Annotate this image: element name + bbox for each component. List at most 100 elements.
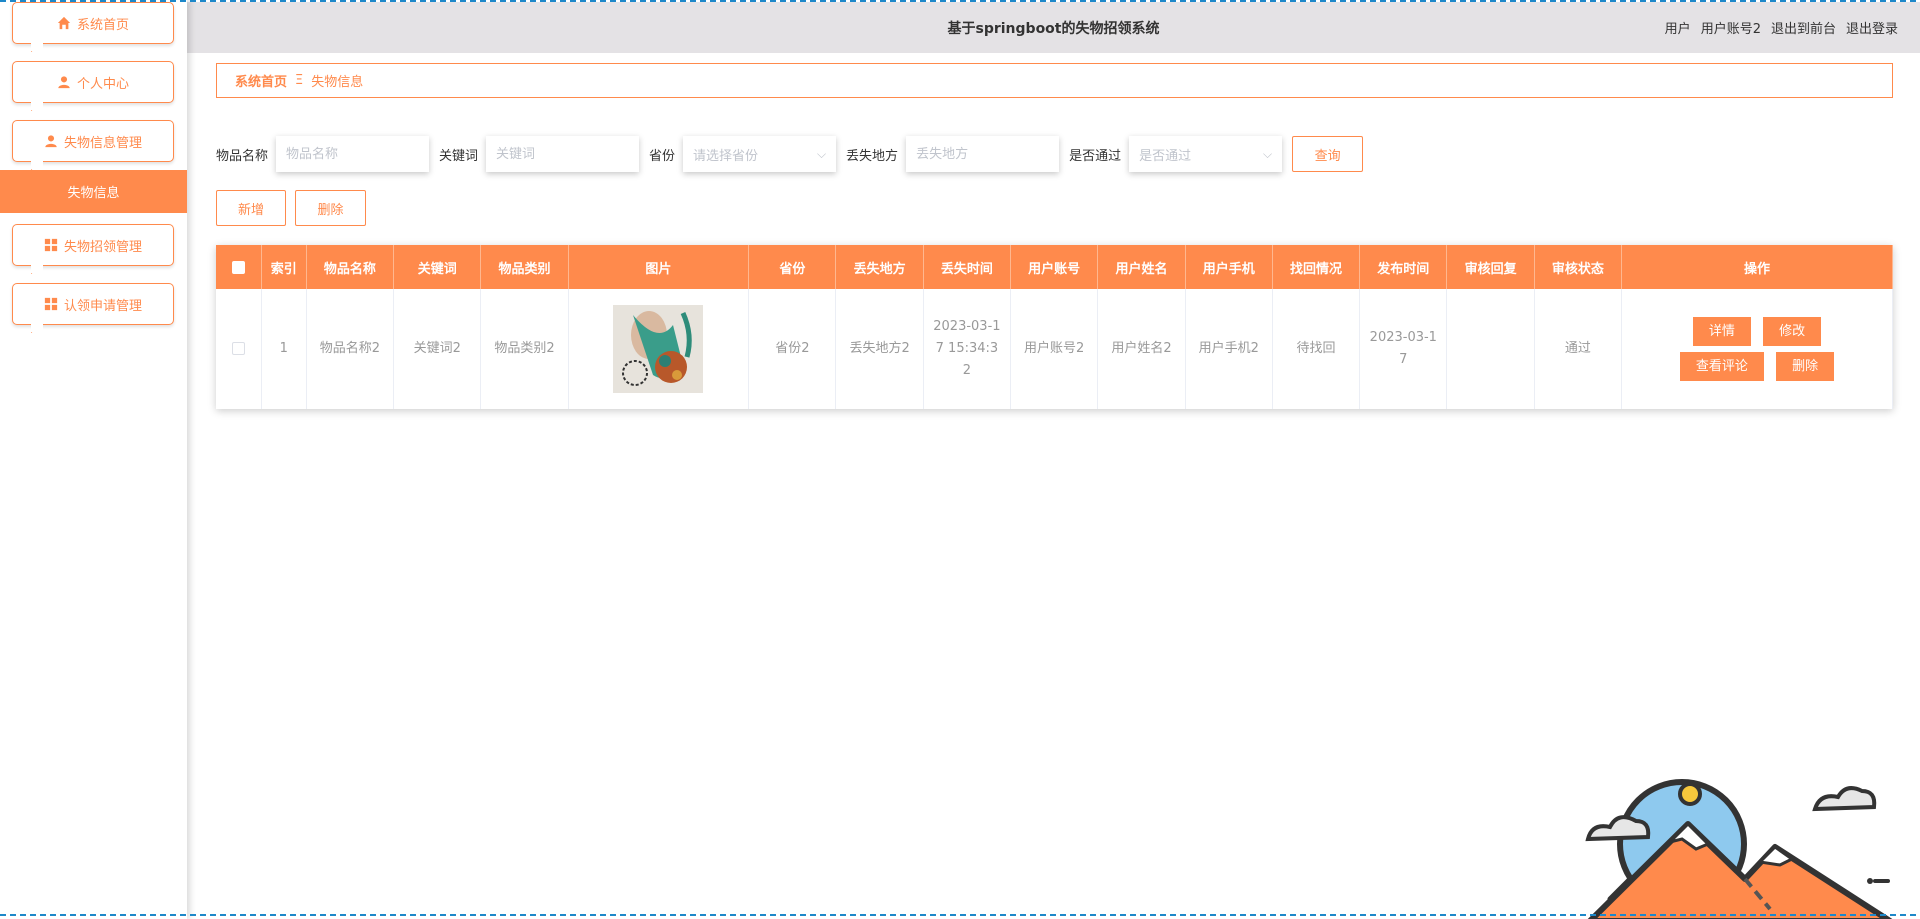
table-row: 1 物品名称2 关键词2 物品类别2 省份2 丢失地方2 2023-03-17 … (216, 289, 1893, 409)
top-dashed-border (0, 0, 1920, 2)
grid-icon (44, 238, 58, 252)
select-all-cell[interactable] (216, 245, 262, 289)
column-header: 用户手机 (1185, 245, 1273, 289)
user-icon (45, 135, 57, 148)
place-cell: 丢失地方2 (835, 289, 924, 409)
search-form: 物品名称 关键词 省份 请选择省份 ⌵ 丢失地方 是否通过 是否通过 ⌵ 查询 (216, 135, 1364, 173)
sidebar-item-claim-management[interactable]: 认领申请管理 (12, 283, 174, 333)
item-name-input[interactable] (276, 136, 430, 172)
column-header: 丢失地方 (835, 245, 924, 289)
column-header: 图片 (568, 245, 750, 289)
column-header: 用户姓名 (1097, 245, 1186, 289)
column-header: 审核回复 (1446, 245, 1535, 289)
breadcrumb-current: 失物信息 (311, 75, 364, 90)
breadcrumb-separator: Ξ (295, 73, 304, 88)
name-cell: 物品名称2 (306, 289, 395, 409)
home-icon (57, 16, 71, 30)
user-name-cell: 用户姓名2 (1097, 289, 1186, 409)
account-cell: 用户账号2 (1010, 289, 1099, 409)
name-label: 物品名称 (216, 148, 269, 164)
logout-link[interactable]: 退出登录 (1846, 18, 1898, 37)
chevron-down-icon: ⌵ (816, 146, 827, 161)
sidebar-subitem-lost-info[interactable]: 失物信息 (0, 170, 187, 213)
column-header: 物品名称 (306, 245, 395, 289)
pass-select[interactable]: 是否通过 ⌵ (1129, 136, 1283, 172)
sidebar-subitem-label: 失物信息 (67, 186, 120, 201)
edit-button[interactable]: 修改 (1763, 317, 1822, 346)
menu-tail (31, 101, 43, 111)
pass-label: 是否通过 (1069, 148, 1122, 164)
view-comments-button[interactable]: 查看评论 (1679, 352, 1764, 381)
province-cell: 省份2 (748, 289, 837, 409)
column-header: 省份 (748, 245, 837, 289)
sidebar-item-found-management[interactable]: 失物招领管理 (12, 224, 174, 274)
row-select-cell[interactable] (216, 289, 262, 409)
user-account: 用户账号2 (1700, 22, 1761, 37)
keyword-input[interactable] (486, 136, 640, 172)
user-icon (58, 76, 70, 89)
sidebar-item-label: 系统首页 (76, 17, 129, 33)
menu-tail (31, 160, 43, 170)
column-header: 发布时间 (1359, 245, 1448, 289)
publish-time-text: 2023-03-17 (1369, 330, 1437, 367)
chevron-down-icon: ⌵ (1262, 146, 1273, 161)
column-header: 索引 (261, 245, 307, 289)
top-header: 基于springboot的失物招领系统 用户 用户账号2 退出到前台 退出登录 (187, 2, 1920, 53)
app-title: 基于springboot的失物招领系统 (947, 21, 1160, 37)
data-table: 索引 物品名称 关键词 物品类别 图片 省份 丢失地方 丢失时间 用户账号 用户… (216, 245, 1893, 409)
status-cell: 通过 (1534, 289, 1623, 409)
menu-tail (31, 42, 43, 52)
category-cell: 物品类别2 (480, 289, 569, 409)
breadcrumb: 系统首页 Ξ 失物信息 (216, 63, 1893, 98)
bottom-dashed-border (0, 914, 1920, 916)
add-button[interactable]: 新增 (216, 190, 286, 226)
row-delete-button[interactable]: 删除 (1776, 352, 1835, 381)
phone-cell: 用户手机2 (1185, 289, 1273, 409)
back-to-front-link[interactable]: 退出到前台 (1771, 18, 1836, 37)
sidebar-item-label: 失物招领管理 (63, 239, 142, 255)
query-button[interactable]: 查询 (1292, 136, 1364, 172)
user-role: 用户 (1664, 22, 1691, 37)
ops-cell: 详情 修改 查看评论 删除 (1621, 289, 1893, 409)
province-placeholder: 请选择省份 (693, 148, 759, 164)
province-select[interactable]: 请选择省份 ⌵ (683, 136, 837, 172)
sidebar-item-personal-center[interactable]: 个人中心 (12, 61, 174, 111)
sidebar-item-label: 认领申请管理 (63, 298, 142, 314)
keyword-cell: 关键词2 (393, 289, 482, 409)
column-header: 物品类别 (480, 245, 569, 289)
sidebar-item-label: 失物信息管理 (63, 135, 142, 151)
keyword-label: 关键词 (439, 148, 479, 164)
sidebar-item-home[interactable]: 系统首页 (12, 2, 174, 52)
column-header: 用户账号 (1010, 245, 1099, 289)
item-photo[interactable] (613, 305, 704, 393)
lost-time-cell: 2023-03-17 15:34:32 (923, 289, 1012, 409)
index-cell: 1 (261, 289, 307, 409)
pass-placeholder: 是否通过 (1139, 148, 1192, 164)
sidebar-item-lost-info-management[interactable]: 失物信息管理 (12, 120, 174, 170)
publish-time-cell: 2023-03-17 (1359, 289, 1448, 409)
breadcrumb-home[interactable]: 系统首页 (235, 71, 287, 90)
lost-place-input[interactable] (906, 136, 1060, 172)
detail-button[interactable]: 详情 (1692, 317, 1751, 346)
place-label: 丢失地方 (846, 148, 899, 164)
column-header: 找回情况 (1272, 245, 1361, 289)
mountain-illustration (1585, 779, 1893, 919)
menu-tail (31, 264, 43, 274)
grid-icon (44, 297, 58, 311)
select-all-checkbox[interactable] (231, 260, 245, 274)
reply-cell (1446, 289, 1535, 409)
sidebar: 系统首页 个人中心 失物信息管理 失物信息 失物招领管理 认领申请管理 (0, 0, 187, 919)
province-label: 省份 (649, 148, 676, 164)
action-row: 新增 删除 (216, 190, 366, 226)
column-header: 丢失时间 (923, 245, 1012, 289)
image-cell (568, 289, 750, 409)
delete-button[interactable]: 删除 (295, 190, 366, 226)
column-header: 关键词 (393, 245, 482, 289)
header-user-area: 用户 用户账号2 退出到前台 退出登录 (1665, 18, 1898, 37)
lost-time-text: 2023-03-17 15:34:32 (933, 319, 1001, 378)
table-header-row: 索引 物品名称 关键词 物品类别 图片 省份 丢失地方 丢失时间 用户账号 用户… (216, 245, 1893, 289)
row-checkbox[interactable] (231, 342, 245, 355)
sidebar-item-label: 个人中心 (76, 76, 129, 92)
column-header: 操作 (1621, 245, 1893, 289)
found-status-cell: 待找回 (1272, 289, 1361, 409)
